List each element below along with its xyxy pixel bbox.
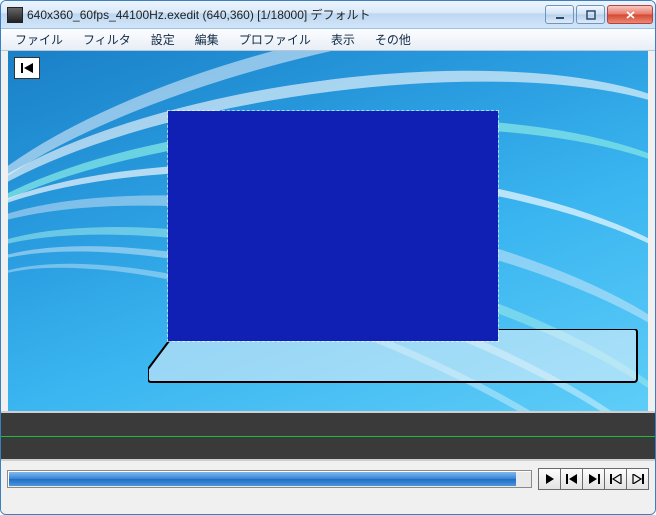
- close-button[interactable]: [607, 5, 653, 24]
- play-icon: [545, 474, 555, 484]
- menu-other[interactable]: その他: [365, 29, 421, 50]
- client-area: [1, 51, 655, 514]
- step-forward-icon: [588, 474, 600, 484]
- menu-edit[interactable]: 編集: [185, 29, 229, 50]
- play-button[interactable]: [538, 468, 561, 490]
- selected-figure[interactable]: [168, 111, 498, 341]
- close-icon: [625, 10, 636, 20]
- go-start-icon: [610, 474, 622, 484]
- menu-settings[interactable]: 設定: [141, 29, 185, 50]
- menu-profile[interactable]: プロファイル: [229, 29, 321, 50]
- preview-canvas[interactable]: [8, 51, 648, 411]
- menubar: ファイル フィルタ 設定 編集 プロファイル 表示 その他: [1, 29, 655, 51]
- seek-bar[interactable]: [7, 470, 532, 488]
- transport-controls: [538, 468, 649, 490]
- titlebar[interactable]: 640x360_60fps_44100Hz.exedit (640,360) […: [1, 1, 655, 29]
- preview-container: [1, 51, 655, 411]
- step-forward-button[interactable]: [582, 468, 605, 490]
- min-icon: [555, 10, 565, 20]
- window-title: 640x360_60fps_44100Hz.exedit (640,360) […: [27, 6, 545, 23]
- go-start-button[interactable]: [604, 468, 627, 490]
- go-to-start-button[interactable]: [14, 57, 40, 79]
- menu-view[interactable]: 表示: [321, 29, 365, 50]
- go-to-start-icon: [20, 62, 34, 74]
- menu-filter[interactable]: フィルタ: [73, 29, 141, 50]
- seek-progress: [9, 472, 516, 486]
- step-back-icon: [566, 474, 578, 484]
- go-end-icon: [632, 474, 644, 484]
- window-controls: [545, 5, 653, 24]
- minimize-button[interactable]: [545, 5, 574, 24]
- controls-row: [1, 461, 655, 496]
- step-back-button[interactable]: [560, 468, 583, 490]
- menu-file[interactable]: ファイル: [5, 29, 73, 50]
- timeline-strip[interactable]: [1, 411, 655, 461]
- max-icon: [586, 10, 596, 20]
- maximize-button[interactable]: [576, 5, 605, 24]
- app-window: 640x360_60fps_44100Hz.exedit (640,360) […: [0, 0, 656, 515]
- app-icon: [7, 7, 23, 23]
- go-end-button[interactable]: [626, 468, 649, 490]
